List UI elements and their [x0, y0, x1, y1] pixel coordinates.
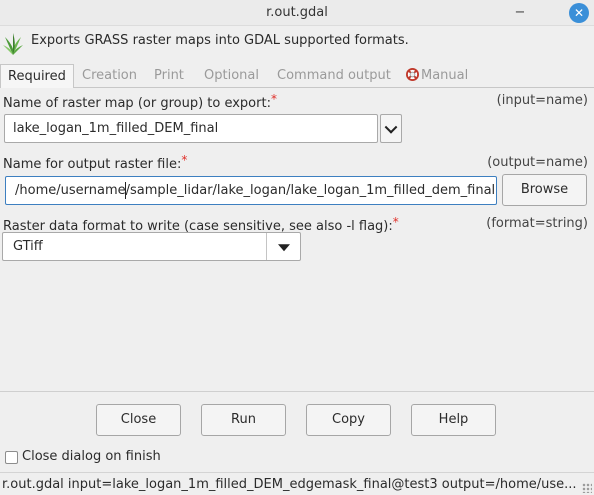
title-bar: r.out.gdal − ✕ — [0, 0, 594, 26]
minimize-button[interactable]: − — [510, 3, 530, 23]
tab-label: Manual — [421, 68, 469, 83]
help-button[interactable]: Help — [411, 404, 496, 436]
select-divider — [266, 233, 267, 260]
window-title: r.out.gdal — [266, 5, 328, 20]
tab-print[interactable]: Print — [154, 68, 184, 83]
separator — [0, 391, 594, 392]
minimize-icon: − — [514, 5, 526, 20]
format-hint: (format=string) — [486, 216, 588, 231]
required-panel: Name of raster map (or group) to export:… — [0, 88, 594, 391]
required-marker: * — [392, 215, 399, 229]
format-value: GTiff — [13, 239, 43, 254]
chevron-down-icon — [384, 120, 398, 134]
output-hint: (output=name) — [487, 155, 588, 170]
close-on-finish-label[interactable]: Close dialog on finish — [22, 449, 161, 464]
tab-creation[interactable]: Creation — [82, 68, 137, 83]
close-icon: ✕ — [573, 6, 585, 20]
command-preview: r.out.gdal input=lake_logan_1m_filled_DE… — [2, 477, 577, 492]
input-map-label: Name of raster map (or group) to export:… — [3, 92, 277, 111]
tab-bar: Required Creation Print Optional Command… — [0, 64, 594, 89]
tab-optional[interactable]: Optional — [204, 68, 259, 83]
output-file-value: /home/username/sample_lidar/lake_logan/l… — [15, 183, 497, 198]
required-marker: * — [270, 92, 277, 106]
tab-label: Command output — [277, 68, 391, 83]
tab-label: Required — [8, 69, 66, 84]
close-window-button[interactable]: ✕ — [569, 3, 589, 23]
tab-required[interactable]: Required — [0, 64, 74, 89]
module-description-row: Exports GRASS raster maps into GDAL supp… — [0, 27, 594, 63]
input-hint: (input=name) — [496, 93, 588, 108]
format-select[interactable]: GTiff — [2, 232, 301, 261]
tab-manual[interactable]: Manual — [406, 68, 468, 83]
output-file-field[interactable]: /home/username/sample_lidar/lake_logan/l… — [5, 176, 497, 205]
output-file-label: Name for output raster file:* — [3, 153, 187, 172]
label-text: Name of raster map (or group) to export: — [3, 96, 271, 111]
input-map-combo[interactable]: lake_logan_1m_filled_DEM_final — [4, 114, 378, 143]
input-map-value: lake_logan_1m_filled_DEM_final — [13, 121, 219, 136]
module-description: Exports GRASS raster maps into GDAL supp… — [31, 33, 409, 48]
tab-label: Print — [154, 68, 184, 83]
caret-down-icon — [278, 243, 290, 251]
close-on-finish-checkbox[interactable] — [5, 451, 18, 464]
input-map-dropdown-button[interactable] — [380, 114, 402, 143]
tab-command-output[interactable]: Command output — [277, 68, 391, 83]
lifebuoy-icon — [406, 68, 419, 81]
status-bar: r.out.gdal input=lake_logan_1m_filled_DE… — [0, 472, 594, 495]
run-button[interactable]: Run — [201, 404, 286, 436]
label-text: Name for output raster file: — [3, 157, 182, 172]
tab-label: Creation — [82, 68, 138, 83]
grass-logo-icon — [3, 33, 23, 55]
resize-grip-icon[interactable] — [582, 483, 592, 493]
copy-button[interactable]: Copy — [306, 404, 391, 436]
text-cursor — [125, 182, 126, 199]
required-marker: * — [181, 153, 188, 167]
close-button[interactable]: Close — [96, 404, 181, 436]
browse-button[interactable]: Browse — [502, 174, 587, 206]
tab-label: Optional — [204, 68, 259, 83]
